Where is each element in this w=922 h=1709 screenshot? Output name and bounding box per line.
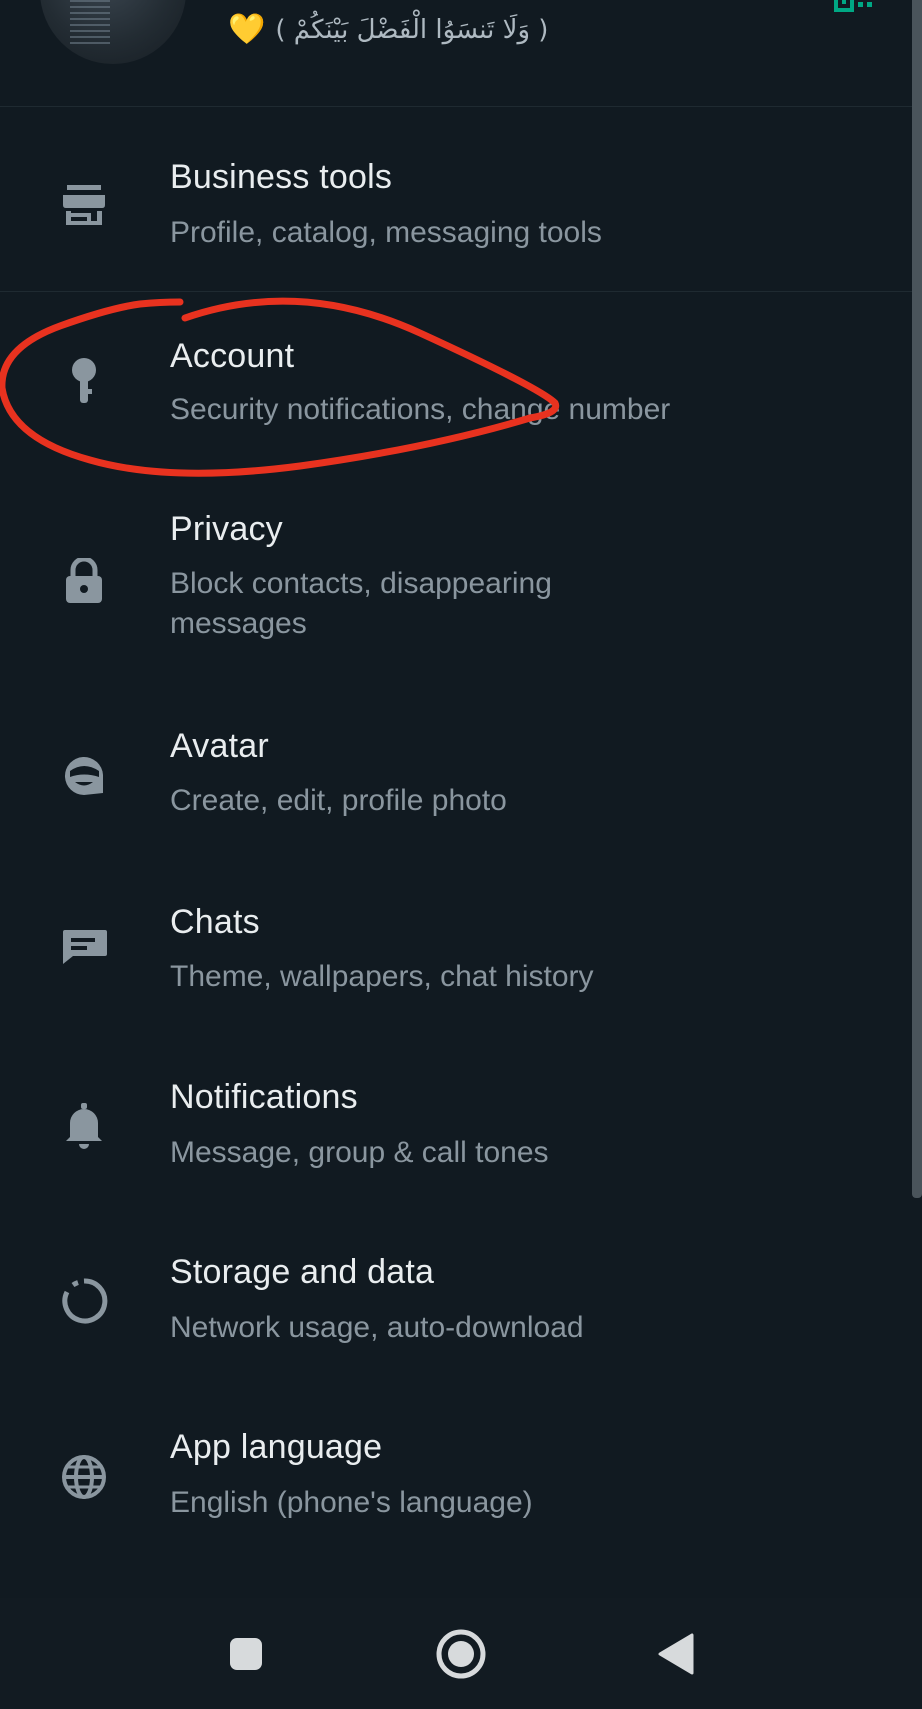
item-subtitle: Profile, catalog, messaging tools — [170, 216, 602, 249]
profile-status: 💛 ( وَلَا تَنسَوُا الْفَضْلَ بَيْنَكُمْ … — [228, 8, 548, 52]
recent-apps-icon[interactable] — [218, 1626, 274, 1682]
qr-code-icon[interactable] — [834, 0, 878, 16]
item-title: Account — [170, 337, 295, 375]
settings-item-chats[interactable]: Chats Theme, wallpapers, chat history — [0, 895, 912, 1050]
item-subtitle: Theme, wallpapers, chat history — [170, 960, 594, 993]
item-title: Chats — [170, 903, 260, 941]
item-subtitle: Security notifications, change number — [170, 393, 671, 426]
item-subtitle: English (phone's language) — [170, 1486, 533, 1519]
settings-screen: 💛 ( وَلَا تَنسَوُا الْفَضْلَ بَيْنَكُمْ … — [0, 0, 922, 1709]
item-subtitle: Create, edit, profile photo — [170, 784, 507, 817]
status-text: ( وَلَا تَنسَوُا الْفَضْلَ بَيْنَكُمْ ) — [275, 15, 549, 45]
home-icon[interactable] — [433, 1626, 489, 1682]
system-navigation-bar — [0, 1598, 922, 1709]
settings-item-storage-and-data[interactable]: Storage and data Network usage, auto-dow… — [0, 1245, 912, 1400]
scrollbar[interactable] — [912, 0, 922, 1198]
avatar-face-icon — [58, 750, 110, 802]
item-subtitle: Block contacts, disappearing — [170, 567, 552, 600]
section-divider — [0, 291, 912, 292]
item-title: Notifications — [170, 1078, 358, 1116]
settings-item-privacy[interactable]: Privacy Block contacts, disappearing mes… — [0, 505, 912, 675]
item-title: Avatar — [170, 727, 269, 765]
item-title: Privacy — [170, 510, 283, 548]
settings-item-business-tools[interactable]: Business tools Profile, catalog, messagi… — [0, 135, 912, 290]
back-icon[interactable] — [648, 1626, 704, 1682]
settings-item-avatar[interactable]: Avatar Create, edit, profile photo — [0, 720, 912, 870]
storage-circle-icon — [58, 1275, 110, 1327]
item-title: Business tools — [170, 158, 393, 196]
item-title: App language — [170, 1428, 383, 1466]
avatar[interactable] — [40, 0, 186, 64]
settings-item-account[interactable]: Account Security notifications, change n… — [0, 310, 912, 470]
bell-icon — [58, 1100, 110, 1152]
item-subtitle-line2: messages — [170, 607, 307, 640]
item-title: Storage and data — [170, 1253, 435, 1291]
key-icon — [58, 356, 110, 408]
globe-icon — [58, 1451, 110, 1503]
storefront-icon — [58, 179, 110, 231]
header-divider — [0, 106, 922, 107]
item-subtitle: Network usage, auto-download — [170, 1311, 584, 1344]
profile-header[interactable]: 💛 ( وَلَا تَنسَوُا الْفَضْلَ بَيْنَكُمْ … — [0, 0, 922, 106]
lock-icon — [58, 555, 110, 607]
settings-item-notifications[interactable]: Notifications Message, group & call tone… — [0, 1070, 912, 1225]
settings-item-app-language[interactable]: App language English (phone's language) — [0, 1420, 912, 1575]
chat-icon — [58, 921, 110, 973]
yellow-heart-emoji: 💛 — [228, 13, 266, 46]
item-subtitle: Message, group & call tones — [170, 1136, 549, 1169]
